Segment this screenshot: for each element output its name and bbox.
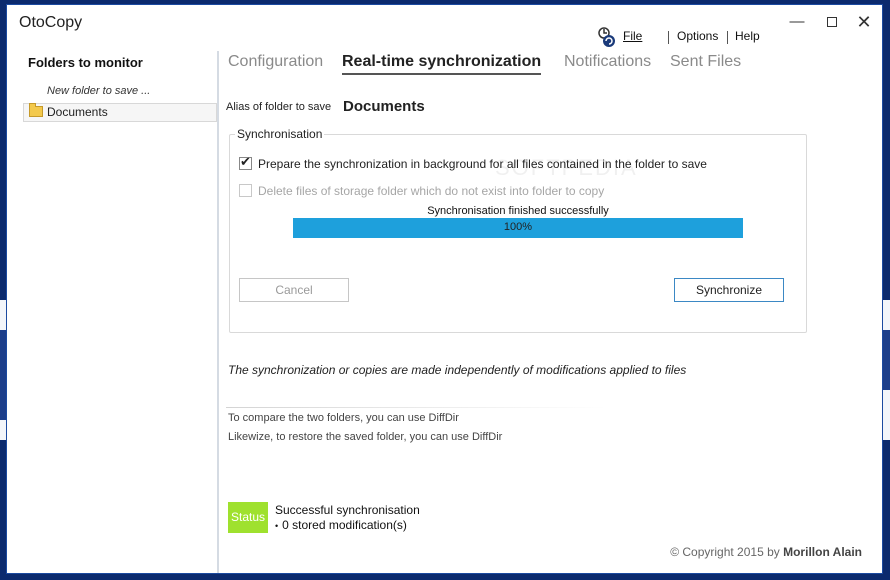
copyright-author: Morillon Alain [783,545,862,559]
file-sync-icon[interactable] [596,26,618,48]
bullet-icon: • [275,521,279,531]
folders-panel-title: Folders to monitor [28,55,143,70]
progress-message: Synchronisation finished successfully [427,205,609,217]
compare-info: To compare the two folders, you can use … [228,412,459,424]
synchronize-button[interactable]: Synchronize [674,278,784,302]
menu-file-label: File [623,29,643,43]
sync-progress-bar: 100% [293,218,743,238]
delete-files-label: Delete files of storage folder which do … [258,184,605,198]
folder-list-item[interactable]: Documents [23,103,217,122]
background-sync-checkbox[interactable]: ✔ [239,154,252,170]
tab-configuration[interactable]: Configuration [228,53,323,71]
menu-help[interactable]: Help [735,29,760,47]
tab-sent-files[interactable]: Sent Files [670,53,741,71]
alias-label: Alias of folder to save [226,101,332,113]
menu-file[interactable]: File [623,29,642,47]
close-button[interactable]: ✕ [849,11,879,33]
divider [226,407,606,408]
folder-icon [29,103,43,117]
status-modifications: • 0 stored modification(s) [275,518,407,532]
copyright-text: © Copyright 2015 by [670,545,780,559]
cancel-button[interactable]: Cancel [239,278,349,302]
alias-value: Documents [343,98,425,115]
minimize-button[interactable]: — [782,11,812,33]
menu-separator [668,31,669,44]
sync-note: The synchronization or copies are made i… [228,363,687,377]
menu-options[interactable]: Options [677,29,718,47]
copyright: © Copyright 2015 by Morillon Alain [670,545,862,559]
tab-real-time-synchronization[interactable]: Real-time synchronization [342,53,542,75]
checkmark-icon: ✔ [240,154,251,169]
background-sync-option[interactable]: ✔ Prepare the synchronization in backgrou… [239,154,707,171]
folders-panel: Folders to monitor New folder to save ..… [7,51,219,573]
app-window: OtoCopy — ✕ File Options Help Folders to… [6,4,883,574]
new-folder-link[interactable]: New folder to save ... [47,85,150,97]
progress-label: 100% [503,221,533,233]
restore-info: Likewize, to restore the saved folder, y… [228,431,503,443]
folder-list-item-label: Documents [47,105,108,119]
menu-separator [727,31,728,44]
delete-files-checkbox[interactable] [239,184,252,197]
synchronisation-group-label: Synchronisation [235,127,325,141]
maximize-button[interactable] [817,11,847,33]
window-title: OtoCopy [19,14,83,31]
maximize-icon [827,17,837,27]
tab-notifications[interactable]: Notifications [564,53,651,71]
background-sync-label: Prepare the synchronization in backgroun… [258,157,707,171]
status-message: Successful synchronisation [275,503,420,517]
status-badge: Status [228,502,268,533]
delete-files-option[interactable]: Delete files of storage folder which do … [239,184,604,198]
status-modifications-label: 0 stored modification(s) [282,518,407,532]
